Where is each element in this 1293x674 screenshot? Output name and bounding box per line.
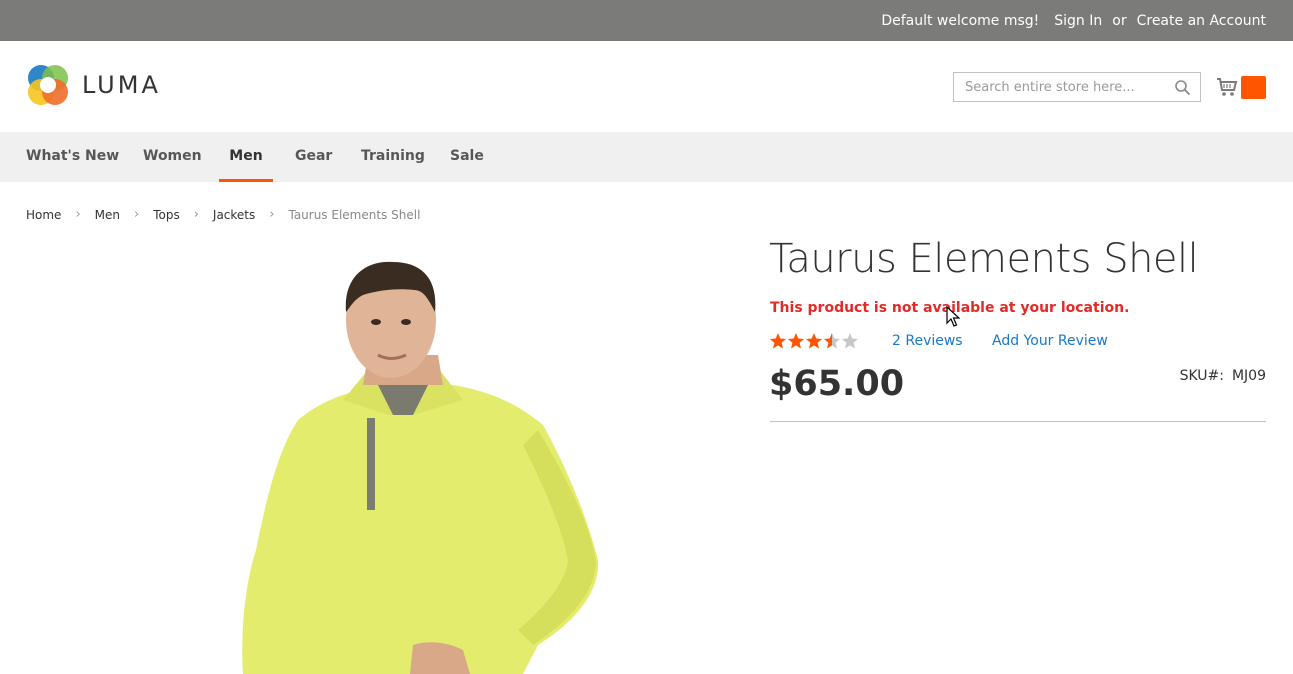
or-text: or — [1112, 12, 1127, 29]
nav-item-whats-new[interactable]: What's New — [26, 132, 119, 182]
cart-counter-badge[interactable] — [1241, 76, 1266, 99]
product-sku: SKU#: MJ09 — [1180, 368, 1266, 384]
breadcrumb-jackets[interactable]: Jackets — [213, 208, 255, 222]
chevron-right-icon: › — [75, 207, 81, 222]
chevron-right-icon: › — [193, 207, 199, 222]
reviews-link[interactable]: 2 Reviews — [892, 333, 963, 349]
search-input[interactable] — [963, 78, 1177, 96]
header: LUMA — [0, 41, 1293, 132]
star-rating-icon — [770, 333, 858, 349]
chevron-right-icon: › — [269, 207, 275, 222]
top-bar: Default welcome msg! Sign In or Create a… — [0, 0, 1293, 41]
product-title: Taurus Elements Shell — [769, 236, 1199, 282]
sku-value: MJ09 — [1231, 368, 1266, 384]
breadcrumb-home[interactable]: Home — [26, 208, 61, 222]
nav-item-training[interactable]: Training — [361, 132, 425, 182]
sign-in-link[interactable]: Sign In — [1054, 13, 1102, 29]
product-price: $65.00 — [769, 364, 905, 404]
logo-text: LUMA — [82, 71, 161, 99]
breadcrumb-men[interactable]: Men — [95, 208, 120, 222]
main-navigation: What's New Women Men Gear Training Sale — [0, 132, 1293, 182]
add-review-link[interactable]: Add Your Review — [992, 333, 1108, 349]
divider — [770, 421, 1266, 422]
nav-item-men[interactable]: Men — [219, 132, 273, 182]
luma-logo-icon — [28, 65, 68, 105]
search-box[interactable] — [953, 72, 1201, 102]
nav-item-gear[interactable]: Gear — [295, 132, 332, 182]
logo[interactable]: LUMA — [26, 63, 161, 107]
breadcrumb: Home › Men › Tops › Jackets › Taurus Ele… — [26, 207, 420, 222]
rating-stars — [769, 332, 859, 350]
welcome-message: Default welcome msg! — [881, 12, 1040, 29]
create-account-link[interactable]: Create an Account — [1137, 13, 1266, 29]
nav-item-sale[interactable]: Sale — [450, 132, 484, 182]
sku-label: SKU#: — [1179, 368, 1224, 384]
cart-icon[interactable] — [1216, 76, 1238, 98]
nav-item-women[interactable]: Women — [143, 132, 202, 182]
search-icon[interactable] — [1174, 79, 1191, 96]
mouse-cursor-icon — [946, 306, 960, 327]
product-image[interactable] — [238, 250, 603, 674]
breadcrumb-current: Taurus Elements Shell — [288, 207, 421, 222]
chevron-right-icon: › — [133, 207, 140, 222]
breadcrumb-tops[interactable]: Tops — [153, 208, 180, 222]
